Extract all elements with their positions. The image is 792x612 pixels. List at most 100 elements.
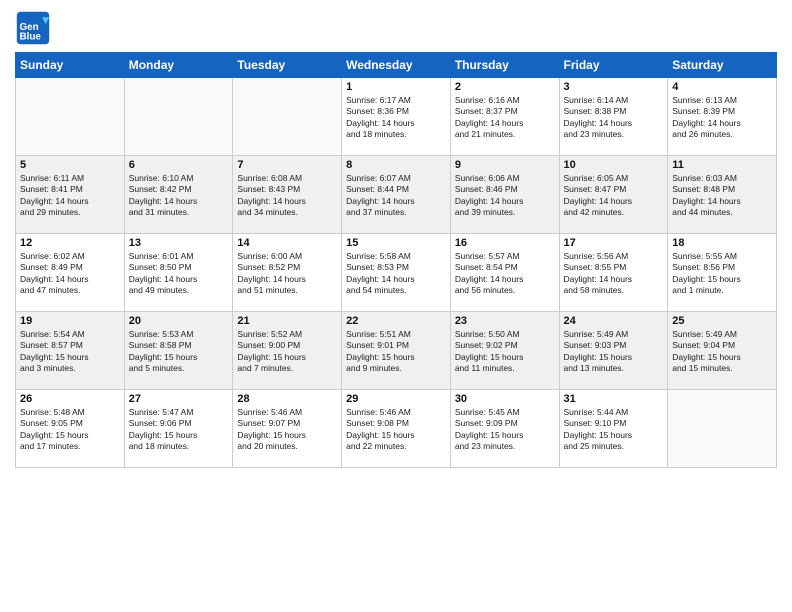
day-number: 12 [20, 237, 120, 249]
calendar-day-cell: 30 Sunrise: 5:45 AM Sunset: 9:09 PM Dayli… [450, 390, 559, 468]
day-number: 20 [129, 315, 229, 327]
calendar-header-row: SundayMondayTuesdayWednesdayThursdayFrid… [16, 53, 777, 78]
calendar-day-cell: 14Sunrise: 6:00 AM Sunset: 8:52 PM Dayli… [233, 234, 342, 312]
calendar-day-cell: 17 Sunrise: 5:56 AM Sunset: 8:55 PM Dayli… [559, 234, 668, 312]
calendar-week-row: 12 Sunrise: 6:02 AM Sunset: 8:49 PM Dayli… [16, 234, 777, 312]
day-info: Sunrise: 6:02 AM Sunset: 8:49 PM Dayligh… [20, 251, 120, 297]
day-number: 19 [20, 315, 120, 327]
day-number: 11 [672, 159, 772, 171]
day-number: 22 [346, 315, 446, 327]
calendar-day-cell: 7 Sunrise: 6:08 AM Sunset: 8:43 PM Daylig… [233, 156, 342, 234]
calendar-day-cell: 23Sunrise: 5:50 AM Sunset: 9:02 PM Dayli… [450, 312, 559, 390]
calendar-day-header: Sunday [16, 53, 125, 78]
day-info: Sunrise: 5:49 AM Sunset: 9:03 PM Dayligh… [564, 329, 664, 375]
calendar-day-header: Saturday [668, 53, 777, 78]
day-number: 14 [237, 237, 337, 249]
day-info: Sunrise: 5:48 AM Sunset: 9:05 PM Dayligh… [20, 407, 120, 453]
logo-icon: Gen Blue [15, 10, 51, 46]
day-number: 26 [20, 393, 120, 405]
calendar-day-cell: 13 Sunrise: 6:01 AM Sunset: 8:50 PM Dayli… [124, 234, 233, 312]
calendar-day-cell: 21 Sunrise: 5:52 AM Sunset: 9:00 PM Dayli… [233, 312, 342, 390]
day-info: Sunrise: 5:58 AM Sunset: 8:53 PM Dayligh… [346, 251, 446, 297]
day-info: Sunrise: 6:17 AM Sunset: 8:36 PM Dayligh… [346, 95, 446, 141]
calendar-day-cell: 24 Sunrise: 5:49 AM Sunset: 9:03 PM Dayli… [559, 312, 668, 390]
calendar-day-cell: 20Sunrise: 5:53 AM Sunset: 8:58 PM Dayli… [124, 312, 233, 390]
calendar-week-row: 19 Sunrise: 5:54 AM Sunset: 8:57 PM Dayli… [16, 312, 777, 390]
day-info: Sunrise: 5:44 AM Sunset: 9:10 PM Dayligh… [564, 407, 664, 453]
calendar-day-cell: 31 Sunrise: 5:44 AM Sunset: 9:10 PM Dayli… [559, 390, 668, 468]
calendar-day-cell: 11 Sunrise: 6:03 AM Sunset: 8:48 PM Dayli… [668, 156, 777, 234]
calendar-day-cell: 27Sunrise: 5:47 AM Sunset: 9:06 PM Dayli… [124, 390, 233, 468]
day-info: Sunrise: 5:57 AM Sunset: 8:54 PM Dayligh… [455, 251, 555, 297]
day-info: Sunrise: 5:56 AM Sunset: 8:55 PM Dayligh… [564, 251, 664, 297]
calendar-day-cell: 12 Sunrise: 6:02 AM Sunset: 8:49 PM Dayli… [16, 234, 125, 312]
day-number: 28 [237, 393, 337, 405]
calendar-week-row: 5 Sunrise: 6:11 AM Sunset: 8:41 PM Daylig… [16, 156, 777, 234]
day-number: 21 [237, 315, 337, 327]
svg-text:Blue: Blue [20, 32, 42, 43]
day-info: Sunrise: 5:46 AM Sunset: 9:07 PM Dayligh… [237, 407, 337, 453]
calendar-day-header: Wednesday [342, 53, 451, 78]
calendar-day-cell: 4Sunrise: 6:13 AM Sunset: 8:39 PM Daylig… [668, 78, 777, 156]
day-number: 2 [455, 81, 555, 93]
calendar-day-cell: 22Sunrise: 5:51 AM Sunset: 9:01 PM Dayli… [342, 312, 451, 390]
day-info: Sunrise: 6:05 AM Sunset: 8:47 PM Dayligh… [564, 173, 664, 219]
calendar-day-cell: 15 Sunrise: 5:58 AM Sunset: 8:53 PM Dayli… [342, 234, 451, 312]
day-info: Sunrise: 6:10 AM Sunset: 8:42 PM Dayligh… [129, 173, 229, 219]
calendar-day-cell: 1 Sunrise: 6:17 AM Sunset: 8:36 PM Daylig… [342, 78, 451, 156]
calendar-day-cell: 19 Sunrise: 5:54 AM Sunset: 8:57 PM Dayli… [16, 312, 125, 390]
day-number: 6 [129, 159, 229, 171]
day-number: 27 [129, 393, 229, 405]
day-info: Sunrise: 6:16 AM Sunset: 8:37 PM Dayligh… [455, 95, 555, 141]
calendar-day-header: Tuesday [233, 53, 342, 78]
day-info: Sunrise: 6:01 AM Sunset: 8:50 PM Dayligh… [129, 251, 229, 297]
day-number: 4 [672, 81, 772, 93]
day-info: Sunrise: 5:52 AM Sunset: 9:00 PM Dayligh… [237, 329, 337, 375]
calendar-day-cell: 5 Sunrise: 6:11 AM Sunset: 8:41 PM Daylig… [16, 156, 125, 234]
day-number: 7 [237, 159, 337, 171]
day-info: Sunrise: 6:08 AM Sunset: 8:43 PM Dayligh… [237, 173, 337, 219]
day-number: 31 [564, 393, 664, 405]
day-info: Sunrise: 6:07 AM Sunset: 8:44 PM Dayligh… [346, 173, 446, 219]
day-number: 13 [129, 237, 229, 249]
day-info: Sunrise: 6:03 AM Sunset: 8:48 PM Dayligh… [672, 173, 772, 219]
calendar-day-header: Friday [559, 53, 668, 78]
day-number: 8 [346, 159, 446, 171]
calendar-day-cell: 28 Sunrise: 5:46 AM Sunset: 9:07 PM Dayli… [233, 390, 342, 468]
day-number: 23 [455, 315, 555, 327]
calendar-day-cell: 29 Sunrise: 5:46 AM Sunset: 9:08 PM Dayli… [342, 390, 451, 468]
day-number: 1 [346, 81, 446, 93]
day-number: 17 [564, 237, 664, 249]
calendar-day-cell: 16 Sunrise: 5:57 AM Sunset: 8:54 PM Dayli… [450, 234, 559, 312]
calendar-day-cell: 10 Sunrise: 6:05 AM Sunset: 8:47 PM Dayli… [559, 156, 668, 234]
calendar-day-header: Thursday [450, 53, 559, 78]
day-info: Sunrise: 5:49 AM Sunset: 9:04 PM Dayligh… [672, 329, 772, 375]
day-info: Sunrise: 6:06 AM Sunset: 8:46 PM Dayligh… [455, 173, 555, 219]
calendar-day-cell [16, 78, 125, 156]
calendar-day-cell [668, 390, 777, 468]
calendar-day-cell: 6 Sunrise: 6:10 AM Sunset: 8:42 PM Daylig… [124, 156, 233, 234]
day-number: 10 [564, 159, 664, 171]
day-number: 9 [455, 159, 555, 171]
calendar-day-cell: 25Sunrise: 5:49 AM Sunset: 9:04 PM Dayli… [668, 312, 777, 390]
calendar-day-cell: 8 Sunrise: 6:07 AM Sunset: 8:44 PM Daylig… [342, 156, 451, 234]
day-info: Sunrise: 5:55 AM Sunset: 8:56 PM Dayligh… [672, 251, 772, 297]
calendar-day-cell: 26 Sunrise: 5:48 AM Sunset: 9:05 PM Dayli… [16, 390, 125, 468]
day-info: Sunrise: 5:46 AM Sunset: 9:08 PM Dayligh… [346, 407, 446, 453]
calendar-day-cell: 3Sunrise: 6:14 AM Sunset: 8:38 PM Daylig… [559, 78, 668, 156]
day-number: 16 [455, 237, 555, 249]
calendar-day-cell: 18Sunrise: 5:55 AM Sunset: 8:56 PM Dayli… [668, 234, 777, 312]
day-info: Sunrise: 5:54 AM Sunset: 8:57 PM Dayligh… [20, 329, 120, 375]
calendar-day-cell [124, 78, 233, 156]
day-number: 24 [564, 315, 664, 327]
day-number: 15 [346, 237, 446, 249]
day-info: Sunrise: 6:11 AM Sunset: 8:41 PM Dayligh… [20, 173, 120, 219]
page-header: Gen Blue [15, 10, 777, 46]
day-info: Sunrise: 5:45 AM Sunset: 9:09 PM Dayligh… [455, 407, 555, 453]
day-number: 5 [20, 159, 120, 171]
day-number: 29 [346, 393, 446, 405]
day-info: Sunrise: 6:14 AM Sunset: 8:38 PM Dayligh… [564, 95, 664, 141]
calendar-day-header: Monday [124, 53, 233, 78]
day-number: 30 [455, 393, 555, 405]
logo: Gen Blue [15, 10, 55, 46]
